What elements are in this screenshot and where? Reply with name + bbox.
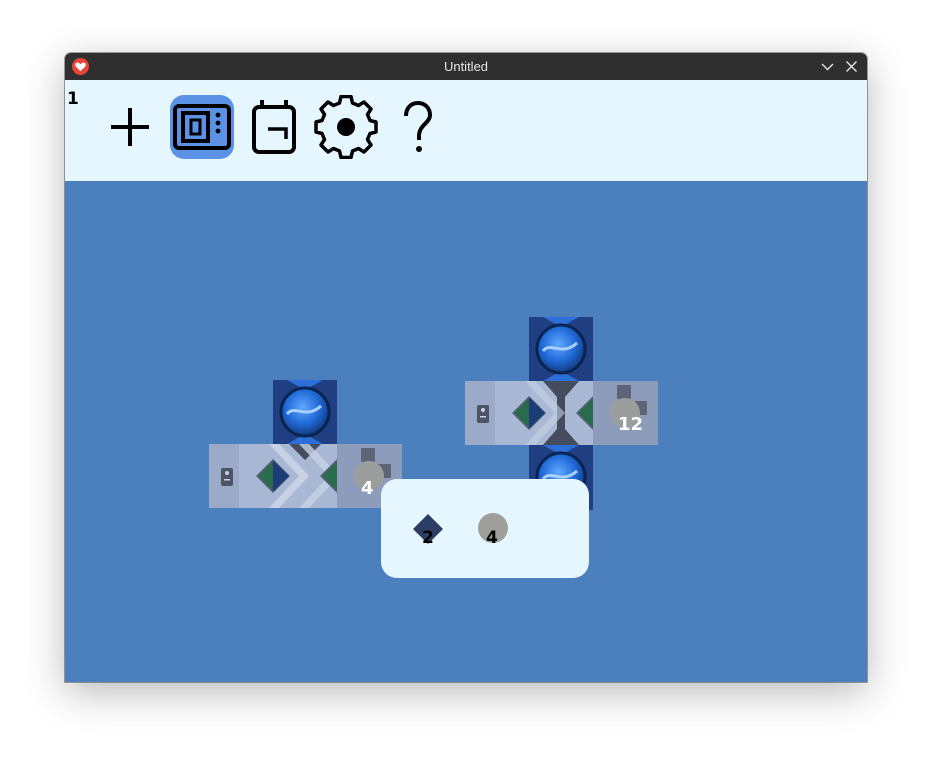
inventory-popup: 2 4 (381, 479, 589, 578)
question-icon (404, 100, 433, 152)
machine-right-output-count: 12 (618, 414, 644, 435)
machine-tool-button[interactable] (170, 95, 234, 159)
gear-icon (314, 95, 378, 159)
game-canvas[interactable]: 4 12 2 4 (65, 181, 867, 682)
inventory-tool-button[interactable] (242, 95, 306, 159)
app-window: Untitled 1 4 12 2 4 (65, 53, 867, 682)
popup-diamond-count: 2 (422, 528, 434, 548)
add-tool-button[interactable] (98, 95, 162, 159)
close-icon[interactable] (843, 58, 860, 75)
machine-left-output-count: 4 (361, 478, 374, 499)
machine-icon (173, 104, 231, 150)
help-tool-button[interactable] (386, 95, 450, 159)
plus-icon (111, 108, 149, 146)
backpack-icon (252, 100, 296, 154)
toolbar: 1 (65, 80, 867, 182)
minimize-chevron-icon[interactable] (819, 58, 836, 75)
level-number: 1 (67, 89, 79, 109)
title-bar[interactable]: Untitled (65, 53, 867, 80)
window-title: Untitled (443, 59, 489, 74)
settings-tool-button[interactable] (314, 95, 378, 159)
popup-circle-count: 4 (486, 528, 498, 548)
